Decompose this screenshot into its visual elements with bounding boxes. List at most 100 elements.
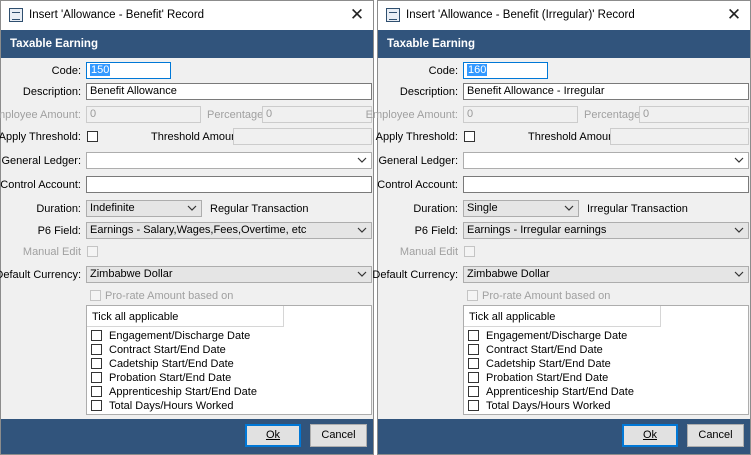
cadetship-checkbox[interactable] [91,358,102,369]
contract-checkbox[interactable] [468,344,479,355]
p6-field-select[interactable]: Earnings - Salary,Wages,Fees,Overtime, e… [86,222,372,239]
default-currency-value: Zimbabwe Dollar [90,268,173,280]
percentage-input[interactable]: 0 [639,106,749,123]
probation-checkbox[interactable] [468,372,479,383]
manual-edit-checkbox[interactable] [87,246,98,257]
duration-select[interactable]: Indefinite [86,200,202,217]
control-account-input[interactable] [86,176,372,193]
apply-threshold-label: Apply Threshold: [375,131,458,143]
employee-amount-input[interactable]: 0 [86,106,201,123]
apprenticeship-checkbox[interactable] [91,386,102,397]
control-account-label: Control Account: [0,179,81,191]
pro-rate-checkbox[interactable] [467,290,478,301]
section-banner: Taxable Earning [378,30,750,58]
title-bar: Insert 'Allowance - Benefit (Irregular)'… [378,1,750,30]
employee-amount-label: Employee Amount: [365,109,458,121]
list-item-label: Contract Start/End Date [486,344,603,356]
tick-all-header: Tick all applicable [87,306,284,327]
total-days-checkbox[interactable] [91,400,102,411]
default-currency-select[interactable]: Zimbabwe Dollar [463,266,749,283]
probation-checkbox[interactable] [91,372,102,383]
threshold-amount-input[interactable] [610,128,749,145]
code-input[interactable]: 150 [86,62,171,79]
apply-threshold-label: Apply Threshold: [0,131,81,143]
list-item-label: Cadetship Start/End Date [109,358,234,370]
close-icon[interactable]: ✕ [726,6,742,23]
threshold-amount-label: Threshold Amount: [151,131,244,143]
list-item-label: Contract Start/End Date [109,344,226,356]
engagement-checkbox[interactable] [91,330,102,341]
close-icon[interactable]: ✕ [349,6,365,23]
control-account-input[interactable] [463,176,749,193]
apprenticeship-checkbox[interactable] [468,386,479,397]
transaction-type-label: Regular Transaction [210,203,309,215]
p6-field-label: P6 Field: [37,225,81,237]
pro-rate-label: Pro-rate Amount based on [105,290,234,302]
chevron-down-icon [564,205,574,211]
percentage-label: Percentage: [207,109,267,121]
manual-edit-label: Manual Edit [22,246,81,258]
code-label: Code: [51,65,81,77]
p6-field-value: Earnings - Irregular earnings [467,224,607,236]
total-days-checkbox[interactable] [468,400,479,411]
transaction-type-label: Irregular Transaction [587,203,688,215]
chevron-down-icon [734,157,744,163]
code-value: 150 [90,64,111,76]
cancel-button[interactable]: Cancel [687,424,744,447]
tick-panel: Tick all applicable Engagement/Discharge… [86,305,372,415]
description-input[interactable]: Benefit Allowance [86,83,372,100]
list-item-label: Total Days/Hours Worked [486,400,611,412]
code-input[interactable]: 160 [463,62,548,79]
list-item-label: Engagement/Discharge Date [109,330,251,342]
pro-rate-checkbox[interactable] [90,290,101,301]
description-label: Description: [399,86,458,98]
engagement-checkbox[interactable] [468,330,479,341]
cancel-button[interactable]: Cancel [310,424,367,447]
employee-amount-label: Employee Amount: [0,109,81,121]
threshold-amount-input[interactable] [233,128,372,145]
default-currency-select[interactable]: Zimbabwe Dollar [86,266,372,283]
chevron-down-icon [734,227,744,233]
list-item-label: Total Days/Hours Worked [109,400,234,412]
duration-label: Duration: [36,203,81,215]
dialog-title: Insert 'Allowance - Benefit' Record [29,9,205,21]
default-currency-label: Default Currency: [372,269,458,281]
chevron-down-icon [357,271,367,277]
section-banner: Taxable Earning [1,30,373,58]
general-ledger-select[interactable] [463,152,749,169]
threshold-amount-label: Threshold Amount: [528,131,621,143]
manual-edit-checkbox[interactable] [464,246,475,257]
list-item-label: Cadetship Start/End Date [486,358,611,370]
tick-all-header: Tick all applicable [464,306,661,327]
control-account-label: Control Account: [377,179,458,191]
apply-threshold-checkbox[interactable] [87,131,98,142]
dialog-footer: Ok Cancel [1,419,373,454]
code-value: 160 [467,64,488,76]
list-item-label: Engagement/Discharge Date [486,330,628,342]
code-label: Code: [428,65,458,77]
p6-field-select[interactable]: Earnings - Irregular earnings [463,222,749,239]
app-window-icon [9,8,23,22]
ok-button[interactable]: Ok [245,424,301,447]
apply-threshold-checkbox[interactable] [464,131,475,142]
p6-field-label: P6 Field: [414,225,458,237]
duration-label: Duration: [413,203,458,215]
dialog-footer: Ok Cancel [378,419,750,454]
ok-button-label: Ok [265,429,281,441]
cadetship-checkbox[interactable] [468,358,479,369]
contract-checkbox[interactable] [91,344,102,355]
percentage-label: Percentage: [584,109,644,121]
default-currency-value: Zimbabwe Dollar [467,268,550,280]
general-ledger-label: General Ledger: [1,155,82,167]
ok-button[interactable]: Ok [622,424,678,447]
duration-select[interactable]: Single [463,200,579,217]
description-input[interactable]: Benefit Allowance - Irregular [463,83,749,100]
list-item-label: Probation Start/End Date [109,372,232,384]
percentage-input[interactable]: 0 [262,106,372,123]
employee-amount-input[interactable]: 0 [463,106,578,123]
list-item-label: Apprenticeship Start/End Date [486,386,634,398]
dialog-allowance-benefit-irregular: Insert 'Allowance - Benefit (Irregular)'… [366,0,751,455]
title-bar: Insert 'Allowance - Benefit' Record ✕ [1,1,373,30]
general-ledger-select[interactable] [86,152,372,169]
chevron-down-icon [357,157,367,163]
